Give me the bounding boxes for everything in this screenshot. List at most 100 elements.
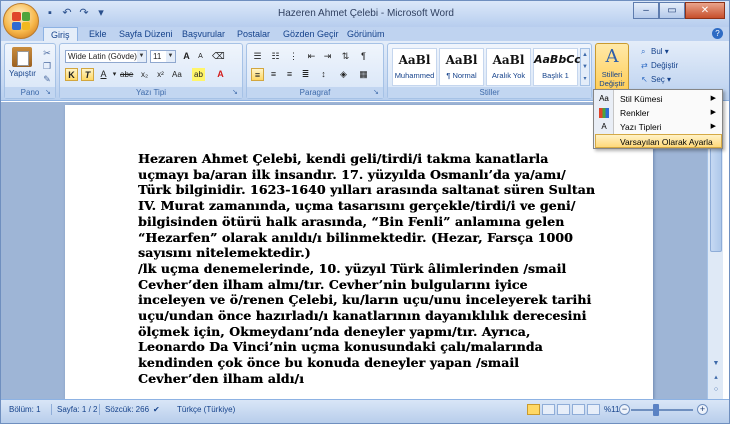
- tab-gorunum[interactable]: Görünüm: [347, 27, 385, 41]
- italic-button[interactable]: T: [81, 68, 94, 81]
- style-name: Muhammed: [394, 71, 435, 80]
- menu-item-label: Renkler: [620, 108, 650, 118]
- font-name-combo[interactable]: Wide Latin (Gövde) ▼: [65, 50, 147, 63]
- tab-sayfa-duzeni[interactable]: Sayfa Düzeni: [119, 27, 173, 41]
- select-icon: ↖: [641, 75, 648, 84]
- menu-item-set-as-default[interactable]: Varsayılan Olarak Ayarla: [595, 134, 722, 148]
- line-spacing-icon[interactable]: ↕: [317, 68, 330, 81]
- menu-item-label: Yazı Tipleri: [620, 122, 662, 132]
- borders-icon[interactable]: ▦: [357, 68, 370, 81]
- menu-item-fonts[interactable]: A Yazı Tipleri ▶: [595, 120, 722, 134]
- tab-giris[interactable]: Giriş: [43, 27, 78, 41]
- tab-basvurular[interactable]: Başvurular: [182, 27, 225, 41]
- change-styles-label-2: Değiştir: [599, 79, 625, 88]
- align-left-icon[interactable]: ≡: [251, 68, 264, 81]
- change-styles-label-1: Stilleri: [601, 70, 623, 79]
- chevron-down-icon: ▼: [137, 51, 146, 62]
- print-layout-view-icon[interactable]: [527, 404, 540, 415]
- status-section[interactable]: Bölüm: 1: [9, 405, 41, 415]
- pilcrow-icon[interactable]: ¶: [357, 50, 370, 63]
- bold-button[interactable]: K: [65, 68, 78, 81]
- scroll-down-icon[interactable]: ▼: [710, 358, 722, 370]
- bullets-icon[interactable]: ☰: [251, 50, 264, 63]
- change-case-button[interactable]: Aa: [170, 68, 184, 81]
- prev-page-icon[interactable]: ▴: [710, 372, 722, 384]
- status-bar: Bölüm: 1 Sayfa: 1 / 2 Sözcük: 266 ✔ Türk…: [1, 399, 729, 423]
- font-size-combo[interactable]: 11 ▼: [150, 50, 176, 63]
- menu-item-colors[interactable]: Renkler ▶: [595, 106, 722, 120]
- zoom-in-icon[interactable]: +: [697, 404, 708, 415]
- chevron-down-icon: ▼: [166, 51, 175, 62]
- full-screen-view-icon[interactable]: [542, 404, 555, 415]
- paste-button[interactable]: Yapıştır: [9, 47, 36, 87]
- minimize-button[interactable]: –: [633, 2, 659, 19]
- zoom-slider-thumb[interactable]: [653, 404, 659, 416]
- superscript-button[interactable]: x²: [154, 68, 167, 81]
- status-words[interactable]: Sözcük: 266: [105, 405, 149, 415]
- clear-format-icon[interactable]: ⌫: [210, 50, 227, 63]
- style-sample: AaBl: [492, 53, 525, 67]
- document-body[interactable]: Hezaren Ahmet Çelebi, kendi geli/tirdi/i…: [138, 151, 598, 387]
- zoom-slider[interactable]: [631, 409, 693, 411]
- justify-icon[interactable]: ≣: [299, 68, 312, 81]
- style-aralik-yok[interactable]: AaBl Aralık Yok: [486, 48, 531, 86]
- window-controls: – ▭ ✕: [633, 2, 725, 19]
- maximize-button[interactable]: ▭: [659, 2, 685, 19]
- menu-item-label: Stil Kümesi: [620, 94, 663, 104]
- zoom-out-icon[interactable]: −: [619, 404, 630, 415]
- office-button[interactable]: [3, 3, 39, 39]
- outline-view-icon[interactable]: [572, 404, 585, 415]
- close-button[interactable]: ✕: [685, 2, 725, 19]
- find-label: Bul: [651, 47, 663, 56]
- styles-scroll[interactable]: ▲ ▼ ▾: [580, 48, 590, 86]
- style-name: Başlık 1: [542, 71, 569, 80]
- shrink-font-button[interactable]: A: [194, 50, 207, 63]
- paste-label: Yapıştır: [9, 69, 36, 78]
- status-page[interactable]: Sayfa: 1 / 2: [57, 405, 97, 415]
- numbering-icon[interactable]: ☷: [269, 50, 282, 63]
- tab-gozden-gecir[interactable]: Gözden Geçir: [283, 27, 339, 41]
- tab-ekle[interactable]: Ekle: [89, 27, 107, 41]
- grow-font-button[interactable]: A: [180, 50, 193, 63]
- style-name: ¶ Normal: [446, 71, 477, 80]
- select-button[interactable]: ↖ Seç ▾: [641, 75, 671, 84]
- copy-icon[interactable]: ❐: [41, 60, 53, 72]
- cut-icon[interactable]: ✂: [41, 47, 53, 59]
- highlight-icon[interactable]: ab: [192, 68, 205, 81]
- find-button[interactable]: ⌕ Bul ▾: [641, 47, 669, 57]
- shading-icon[interactable]: ◈: [337, 68, 350, 81]
- increase-indent-icon[interactable]: ⇥: [321, 50, 334, 63]
- document-page[interactable]: Hezaren Ahmet Çelebi, kendi geli/tirdi/i…: [65, 105, 653, 399]
- subscript-button[interactable]: x₂: [138, 68, 151, 81]
- proofing-icon[interactable]: ✔: [153, 405, 160, 415]
- draft-view-icon[interactable]: [587, 404, 600, 415]
- clipboard-launcher-icon[interactable]: ↘: [45, 89, 53, 97]
- web-layout-view-icon[interactable]: [557, 404, 570, 415]
- browse-object-icon[interactable]: ○: [710, 384, 722, 396]
- help-icon[interactable]: ?: [712, 28, 723, 39]
- style-baslik-1[interactable]: AaBbCcl Başlık 1: [533, 48, 585, 86]
- style-muhammed[interactable]: AaBl Muhammed: [392, 48, 437, 86]
- menu-item-style-set[interactable]: Aa Stil Kümesi ▶: [595, 92, 722, 106]
- align-right-icon[interactable]: ≡: [283, 68, 296, 81]
- group-clipboard: Yapıştır ✂ ❐ ✎ Pano ↘: [4, 43, 56, 99]
- font-launcher-icon[interactable]: ↘: [232, 89, 240, 97]
- tab-postalar[interactable]: Postalar: [237, 27, 270, 41]
- multilevel-list-icon[interactable]: ⋮: [287, 50, 300, 63]
- align-center-icon[interactable]: ≡: [267, 68, 280, 81]
- font-color-icon[interactable]: A: [214, 68, 227, 81]
- paragraph[interactable]: /lk uçma denemelerinde, 10. yüzyıl Türk …: [138, 261, 598, 387]
- status-language[interactable]: Türkçe (Türkiye): [177, 405, 235, 415]
- decrease-indent-icon[interactable]: ⇤: [305, 50, 318, 63]
- replace-button[interactable]: ⇄ Değiştir: [641, 61, 678, 70]
- title-bar: ▪ ↶ ↷ ▾ Hazeren Ahmet Çelebi - Microsoft…: [1, 1, 729, 27]
- style-set-icon: Aa: [599, 94, 609, 103]
- sort-icon[interactable]: ⇅: [339, 50, 352, 63]
- submenu-arrow-icon: ▶: [710, 109, 716, 116]
- paragraph-launcher-icon[interactable]: ↘: [373, 89, 381, 97]
- format-painter-icon[interactable]: ✎: [41, 73, 53, 85]
- paragraph[interactable]: Hezaren Ahmet Çelebi, kendi geli/tirdi/i…: [138, 151, 598, 261]
- style-normal[interactable]: AaBl ¶ Normal: [439, 48, 484, 86]
- strikethrough-button[interactable]: abe: [118, 68, 135, 81]
- word-window: ▪ ↶ ↷ ▾ Hazeren Ahmet Çelebi - Microsoft…: [0, 0, 730, 424]
